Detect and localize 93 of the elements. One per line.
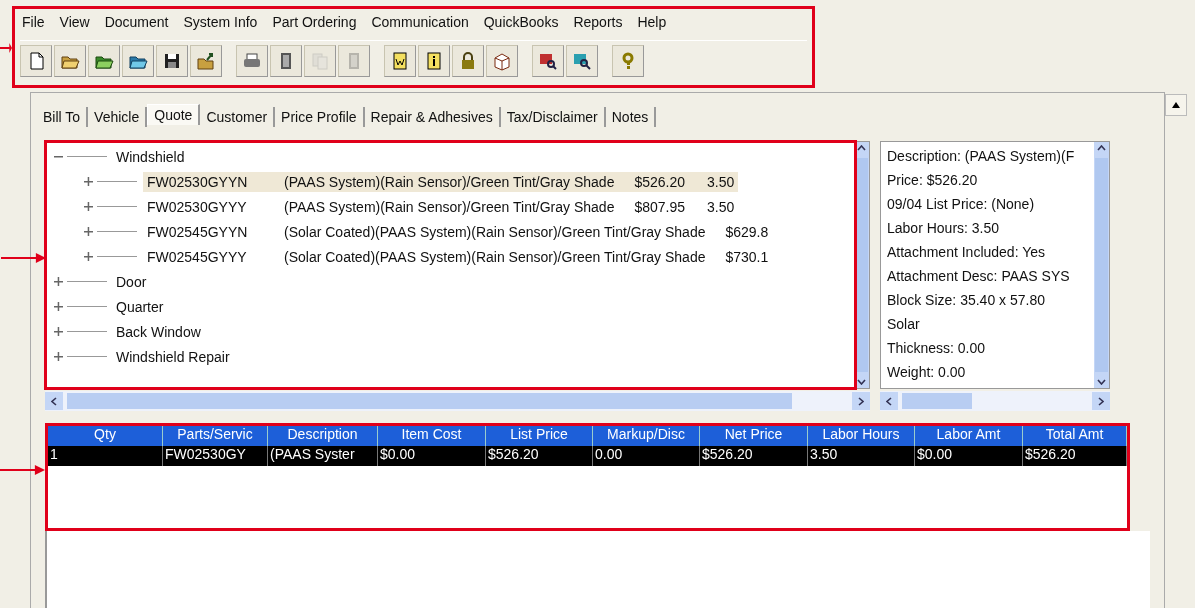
item-part: FW02530GYYY — [147, 198, 248, 215]
item-price: $807.95 — [634, 198, 686, 215]
toolbar-button[interactable] — [532, 45, 564, 77]
detail-text: Block Size: 35.40 x 57.80 — [887, 291, 1046, 310]
item-description: (Solar Coated)(PAAS System)(Rain Sensor)/Green Tint/Gray Shade — [284, 223, 706, 240]
tree-item[interactable]: Windshield — [113, 147, 188, 166]
box-icon — [492, 51, 512, 71]
item-description: (PAAS System)(Rain Sensor)/Green Tint/Gray Shade — [284, 198, 615, 215]
scroll-up-icon[interactable] — [857, 145, 866, 151]
scroll-down-icon[interactable] — [1097, 379, 1106, 385]
item-part: FW02545GYYN — [147, 223, 249, 240]
tree-item[interactable]: Door — [113, 272, 150, 291]
tree-item[interactable]: FW02545GYYY (Solar Coated)(PAAS System)(Rain Sensor)/Green Tint/Gray Shade $730.1 — [143, 246, 795, 267]
arrow — [0, 41, 12, 53]
table-cell: $0.00 — [915, 446, 1023, 466]
expand-icon[interactable] — [54, 302, 63, 311]
table-row[interactable]: 1 FW02530GY (PAAS Syster $0.00 $526.20 0.00 $526.20 3.50 $0.00 $526.20 — [48, 446, 1127, 466]
tree-item[interactable]: Windshield Repair — [113, 347, 233, 366]
pages-icon — [310, 51, 330, 71]
horizontal-scrollbar[interactable] — [45, 391, 870, 411]
menu-item[interactable]: Reports — [573, 14, 623, 30]
scroll-down-icon[interactable] — [857, 379, 866, 385]
table-cell: $526.20 — [1023, 446, 1127, 466]
detail-text: Price: $526.20 — [887, 171, 979, 190]
info-icon — [424, 51, 444, 71]
tab[interactable]: Quote — [147, 103, 201, 125]
expand-icon[interactable] — [54, 352, 63, 361]
expand-icon[interactable] — [54, 277, 63, 286]
tree-item[interactable]: Quarter — [113, 297, 167, 316]
tree-item[interactable]: Back Window — [113, 322, 204, 341]
item-price: $629.8 — [725, 223, 769, 240]
scroll-left-icon[interactable] — [886, 396, 892, 406]
menu-item[interactable]: Help — [637, 14, 667, 30]
menu-item[interactable]: Part Ordering — [272, 14, 357, 30]
detail-text: Thickness: 0.00 — [887, 339, 987, 358]
search-icon — [572, 51, 592, 71]
item-part: FW02545GYYY — [147, 248, 248, 265]
toolbar-button[interactable] — [566, 45, 598, 77]
toolbar-button[interactable] — [452, 45, 484, 77]
table-cell: $526.20 — [700, 446, 808, 466]
item-price: $730.1 — [725, 248, 769, 265]
detail-text: Attachment Desc: PAAS SYS — [887, 267, 1071, 286]
menu-item[interactable]: System Info — [183, 14, 258, 30]
toolbar-button[interactable] — [384, 45, 416, 77]
toolbar-button[interactable] — [156, 45, 188, 77]
table-cell: $0.00 — [378, 446, 486, 466]
expand-icon[interactable] — [54, 327, 63, 336]
toolbar-button[interactable] — [418, 45, 450, 77]
folder-arrow-icon — [196, 51, 216, 71]
table-cell: FW02530GY — [163, 446, 268, 466]
menu-item[interactable]: Document — [104, 14, 169, 30]
expand-icon[interactable] — [84, 252, 93, 261]
toolbar-button[interactable] — [270, 45, 302, 77]
scroll-right-icon[interactable] — [858, 396, 864, 406]
menu-item[interactable]: Communication — [371, 14, 469, 30]
arrow — [1, 251, 46, 263]
detail-text: Labor Hours: 3.50 — [887, 219, 1001, 238]
detail-text: Weight: 0.00 — [887, 363, 967, 382]
detail-text: Attachment Included: Yes — [887, 243, 1046, 262]
item-description: (PAAS System)(Rain Sensor)/Green Tint/Gray Shade — [284, 173, 615, 190]
menu-item[interactable]: View — [59, 14, 90, 30]
toolbar-button[interactable] — [190, 45, 222, 77]
table-cell: 0.00 — [593, 446, 700, 466]
detail-text: 09/04 List Price: (None) — [887, 195, 1036, 214]
detail-text: Description: (PAAS System)(F — [887, 147, 1076, 166]
menu-item[interactable]: File — [22, 14, 45, 30]
tree-item[interactable]: FW02545GYYN (Solar Coated)(PAAS System)(Rain Sensor)/Green Tint/Gray Shade $629.8 — [143, 221, 795, 242]
item-hours: 3.50 — [707, 173, 735, 190]
expand-icon[interactable] — [84, 202, 93, 211]
menu-item[interactable]: QuickBooks — [483, 14, 559, 30]
scroll-up-icon[interactable] — [1097, 145, 1106, 151]
scroll-left-icon[interactable] — [51, 396, 57, 406]
tree-item[interactable]: FW02530GYYN (PAAS System)(Rain Sensor)/Green Tint/Gray Shade $526.20 3.50 — [143, 171, 739, 192]
item-part: FW02530GYYN — [147, 173, 249, 190]
item-hours: 3.50 — [707, 198, 735, 215]
vertical-scrollbar[interactable] — [1165, 94, 1187, 116]
item-description: (Solar Coated)(PAAS System)(Rain Sensor)/Green Tint/Gray Shade — [284, 248, 706, 265]
scroll-up-icon[interactable] — [1172, 102, 1180, 108]
table-cell: (PAAS Syster — [268, 446, 378, 466]
arrow — [0, 463, 45, 475]
item-price: $526.20 — [634, 173, 686, 190]
document-icon — [390, 51, 410, 71]
toolbar-button[interactable] — [486, 45, 518, 77]
table-cell: $526.20 — [486, 446, 593, 466]
vertical-scrollbar[interactable] — [1094, 142, 1109, 388]
table-cell: 1 — [48, 446, 163, 466]
tree-item[interactable]: FW02530GYYY (PAAS System)(Rain Sensor)/Green Tint/Gray Shade $807.95 3.50 — [143, 196, 739, 217]
table-cell: 3.50 — [808, 446, 915, 466]
scroll-right-icon[interactable] — [1098, 396, 1104, 406]
expand-icon[interactable] — [84, 177, 93, 186]
horizontal-scrollbar[interactable] — [880, 391, 1110, 411]
detail-text: Solar — [887, 315, 921, 334]
expand-icon[interactable] — [84, 227, 93, 236]
